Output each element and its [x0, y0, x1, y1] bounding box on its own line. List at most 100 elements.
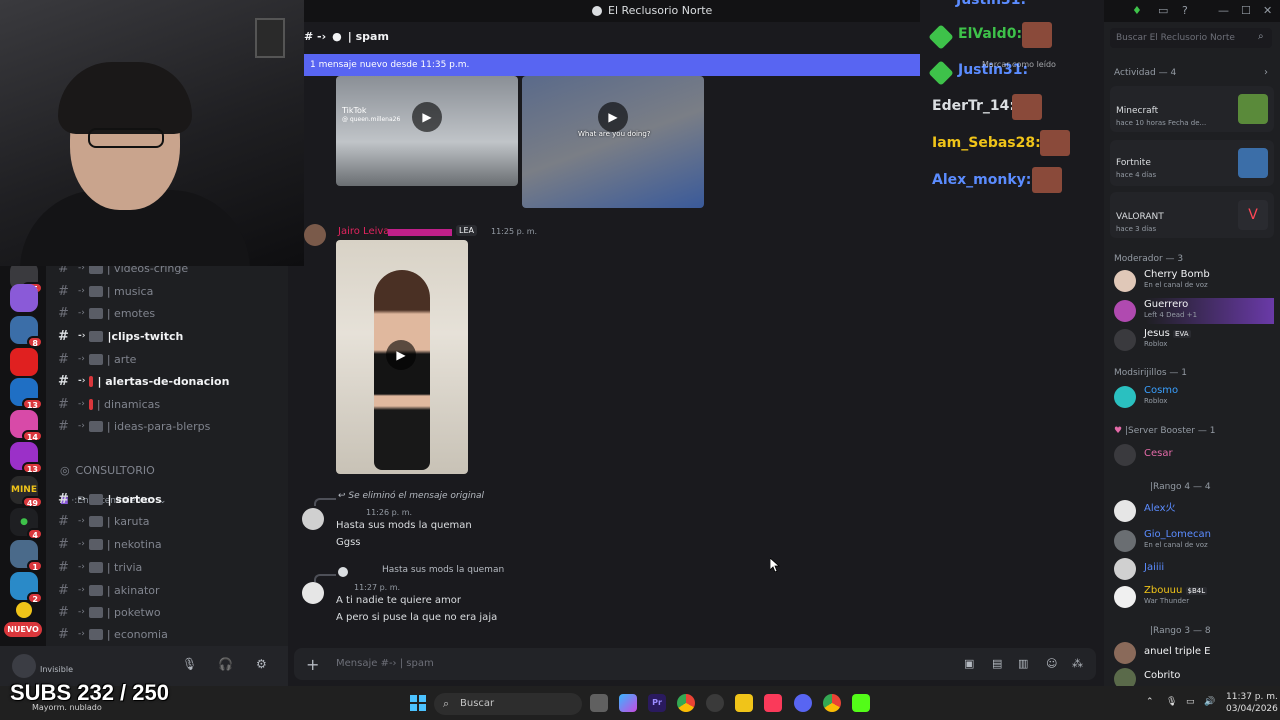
download-icon[interactable]: ▭	[1158, 4, 1168, 17]
start-tile	[410, 704, 417, 711]
message-input[interactable]: Mensaje #-› | spam	[336, 658, 434, 669]
microphone-icon[interactable]: 🎙	[182, 657, 197, 671]
volume-icon[interactable]: 🔊	[1204, 697, 1215, 707]
video-embed-tiktok[interactable]: TikTok @ queen.millena26 ▶	[336, 76, 518, 186]
server-icon-6[interactable]: 14	[10, 410, 43, 442]
avatar[interactable]	[302, 582, 324, 604]
mark-read-button[interactable]: Marcar como leído	[982, 60, 1056, 69]
activity-card[interactable]: Minecraft hace 10 horas Fecha de...	[1110, 86, 1274, 132]
member-item[interactable]: Cobrito	[1114, 666, 1274, 686]
member-item[interactable]: Cosmo Roblox	[1114, 384, 1274, 410]
channel-item[interactable]: # -› | arte	[58, 349, 280, 369]
task-view-icon[interactable]	[590, 694, 608, 712]
help-icon[interactable]: ?	[1182, 4, 1188, 17]
channel-item[interactable]: # -› | nekotina	[58, 534, 280, 554]
rango4-header: |Rango 4 — 4	[1150, 482, 1211, 492]
gif-icon[interactable]: ▤	[992, 657, 1002, 670]
chevron-right-icon[interactable]: ›	[1264, 67, 1268, 78]
avatar[interactable]	[304, 224, 326, 246]
microphone-icon[interactable]: 🎙	[1166, 697, 1177, 707]
add-attachment-icon[interactable]: +	[306, 655, 319, 674]
play-icon[interactable]: ▶	[598, 102, 628, 132]
member-item[interactable]: anuel triple E	[1114, 640, 1274, 666]
close-icon[interactable]: ✕	[1263, 4, 1272, 17]
video-embed-portrait[interactable]: ▶	[336, 240, 468, 474]
chrome-profile-icon[interactable]	[823, 694, 841, 712]
badge: 8	[27, 336, 43, 348]
sticker-icon[interactable]: ▥	[1018, 657, 1028, 670]
member-item[interactable]: Alex火	[1114, 498, 1274, 524]
music-icon[interactable]	[764, 694, 782, 712]
message-author[interactable]: Jairo Leiva	[338, 226, 389, 237]
search-input[interactable]: Buscar El Reclusorio Norte	[1110, 28, 1272, 48]
member-item[interactable]: Gio_Lomecan En el canal de voz	[1114, 528, 1274, 554]
activity-card[interactable]: VALORANT hace 3 días V	[1110, 192, 1274, 238]
channel-item[interactable]: # -› | ideas-para-blerps	[58, 416, 280, 436]
message-composer[interactable]: + Mensaje #-› | spam ▣ ▤ ▥ ☺ ⁂	[294, 648, 1096, 680]
chrome-icon[interactable]	[677, 694, 695, 712]
server-icon-10[interactable]: 2	[10, 572, 43, 604]
emoji-icon[interactable]: ☺	[1046, 657, 1057, 670]
channel-item[interactable]: # -› | sorteos	[58, 489, 280, 509]
apps-icon[interactable]: ⁂	[1072, 657, 1083, 670]
message-timestamp: 11:25 p. m.	[491, 227, 538, 236]
server-icon-4[interactable]	[10, 348, 38, 376]
channel-item[interactable]: # -› | dinamicas	[58, 394, 280, 414]
network-icon[interactable]: ▭	[1186, 697, 1195, 707]
channel-item[interactable]: # -› | musica	[58, 281, 280, 301]
avatar[interactable]	[12, 654, 36, 678]
message-text: Ggss	[336, 537, 361, 548]
gear-icon[interactable]: ⚙	[256, 657, 267, 671]
channel-item[interactable]: # -› |clips-twitch	[58, 326, 280, 346]
reply-reference[interactable]: ↩ Se eliminó el mensaje original	[338, 491, 484, 501]
clock-date[interactable]: 03/04/2026	[1226, 704, 1278, 714]
member-item[interactable]: Jaiiii	[1114, 556, 1274, 582]
member-item[interactable]: Cesar	[1114, 442, 1274, 468]
kick-icon[interactable]	[852, 694, 870, 712]
play-icon[interactable]: ▶	[386, 340, 416, 370]
channel-item[interactable]: # -› | economia	[58, 624, 280, 644]
server-icon-5[interactable]: 13	[10, 378, 43, 410]
member-item[interactable]: Cherry Bomb En el canal de voz	[1114, 268, 1274, 294]
server-icon-11[interactable]	[16, 602, 32, 618]
chevron-up-icon[interactable]: ⌃	[1146, 697, 1154, 707]
channel-item[interactable]: # -› | trivia	[58, 557, 280, 577]
avatar[interactable]	[302, 508, 324, 530]
channel-item[interactable]: # -› | emotes	[58, 303, 280, 323]
maximize-icon[interactable]: ☐	[1241, 4, 1251, 17]
gift-icon[interactable]: ▣	[964, 657, 974, 670]
discord-icon[interactable]	[794, 694, 812, 712]
server-icon-8[interactable]: ● 4	[10, 508, 43, 540]
channel-prefix: # -›	[304, 30, 327, 43]
inbox-icon[interactable]: ♦	[1132, 4, 1142, 17]
member-item[interactable]: Zbouuu $B4L War Thunder	[1114, 584, 1274, 610]
copilot-icon[interactable]	[619, 694, 637, 712]
minimize-icon[interactable]: —	[1218, 4, 1229, 17]
minecraft-icon	[1238, 94, 1268, 124]
channel-item[interactable]: # -› | poketwo	[58, 602, 280, 622]
booster-header: ♥ |Server Booster — 1	[1114, 426, 1216, 436]
channel-item[interactable]: # -› | alertas-de-donacion	[58, 371, 280, 391]
server-icon-7[interactable]: 13	[10, 442, 43, 474]
activity-card[interactable]: Fortnite hace 4 días	[1110, 140, 1274, 186]
channel-item[interactable]: # -› | karuta	[58, 511, 280, 531]
clock-time[interactable]: 11:37 p. m.	[1226, 692, 1278, 702]
voice-channel[interactable]: ◎ CONSULTORIO	[60, 464, 155, 477]
server-icon-9[interactable]: 1	[10, 540, 43, 572]
app-icon[interactable]	[706, 694, 724, 712]
taskbar-search[interactable]: ⌕ Buscar	[434, 693, 582, 715]
play-icon[interactable]: ▶	[412, 102, 442, 132]
file-explorer-icon[interactable]	[735, 694, 753, 712]
member-item[interactable]: Guerrero Left 4 Dead +1	[1114, 298, 1274, 324]
windows-start-icon[interactable]	[410, 695, 426, 711]
server-icon-3[interactable]: 8	[10, 316, 43, 348]
headphones-icon[interactable]: 🎧	[218, 657, 233, 671]
server-icon-mine[interactable]: MINE 49	[10, 476, 43, 508]
video-embed-cat[interactable]: What are you doing? ▶	[522, 76, 704, 208]
premiere-icon[interactable]: Pr	[648, 694, 666, 712]
hash-icon: #	[58, 536, 69, 552]
member-item[interactable]: Jesus EVA Roblox	[1114, 327, 1274, 353]
reply-reference[interactable]: Hasta sus mods la queman	[382, 565, 504, 575]
server-icon-2[interactable]	[10, 284, 38, 312]
channel-item[interactable]: # -› | akinator	[58, 580, 280, 600]
